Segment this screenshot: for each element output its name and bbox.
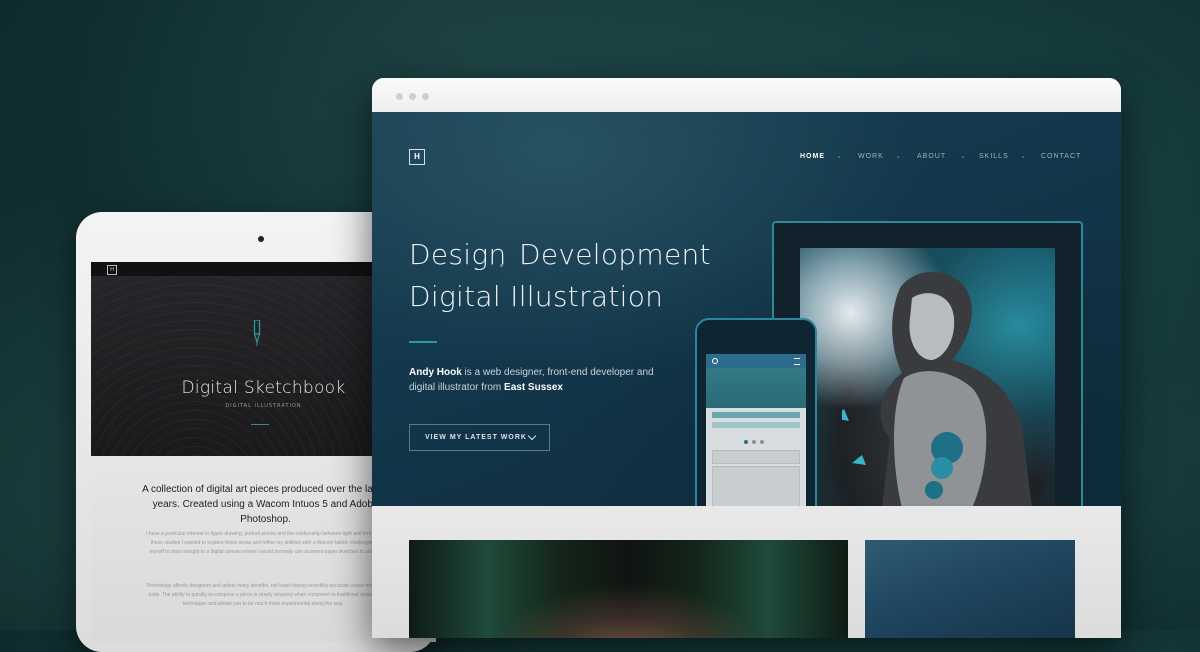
nav-separator	[897, 156, 899, 158]
nav-skills[interactable]: SKILLS	[979, 153, 1009, 160]
phone-content-row	[712, 422, 800, 428]
browser-chrome	[372, 78, 1121, 112]
nav-about[interactable]: ABOUT	[917, 153, 946, 160]
phone-content-row	[712, 412, 800, 418]
intro-location: East Sussex	[504, 381, 563, 393]
tablet-logo[interactable]: H	[107, 265, 117, 275]
intro-name: Andy Hook	[409, 367, 462, 378]
illustration-figure	[842, 271, 1032, 508]
nav-separator	[838, 156, 840, 158]
nav-work[interactable]: WORK	[858, 153, 884, 160]
phone-hero-band	[706, 368, 806, 408]
site-logo[interactable]: H	[409, 149, 425, 165]
view-latest-work-button[interactable]: VIEW MY LATEST WORK	[409, 424, 550, 451]
tablet-paragraph: I have a particular interest in figure d…	[146, 531, 380, 555]
browser-window: H HOME WORK ABOUT SKILLS CONTACT Design …	[372, 78, 1121, 638]
headline-development: Development	[519, 238, 711, 271]
carousel-dot[interactable]	[752, 440, 756, 444]
work-thumbnail-portrait[interactable]	[409, 540, 848, 638]
nav-separator	[962, 156, 964, 158]
carousel-dot[interactable]	[760, 440, 764, 444]
carousel-dot[interactable]	[744, 440, 748, 444]
work-thumbnail-landscape[interactable]	[865, 540, 1075, 638]
intro-text: Andy Hook is a web designer, front-end d…	[409, 366, 659, 395]
tablet-divider	[251, 424, 269, 425]
tablet-paragraph: Technology affords designers and artists…	[146, 583, 380, 607]
window-dot[interactable]	[396, 93, 403, 100]
phone-navbar	[706, 354, 806, 368]
nav-contact[interactable]: CONTACT	[1041, 153, 1081, 160]
work-section	[372, 506, 1121, 638]
accent-divider	[409, 341, 437, 343]
window-dot[interactable]	[409, 93, 416, 100]
cta-label: VIEW MY LATEST WORK	[425, 434, 527, 441]
phone-screen	[706, 354, 806, 510]
nav-separator	[1022, 156, 1024, 158]
window-dot[interactable]	[422, 93, 429, 100]
headline-illustration: Digital Illustration	[409, 280, 664, 313]
pen-nib-icon	[253, 320, 261, 346]
headline-design: Design	[409, 238, 507, 271]
menu-icon[interactable]	[794, 358, 800, 365]
nav-home[interactable]: HOME	[800, 153, 825, 160]
headline-separator	[500, 264, 503, 267]
tablet-lead-text: A collection of digital art pieces produ…	[142, 484, 389, 525]
phone-card	[712, 450, 800, 464]
tablet-camera	[258, 236, 264, 242]
phone-mockup	[695, 318, 817, 512]
hero-section: H HOME WORK ABOUT SKILLS CONTACT Design …	[372, 112, 1121, 512]
chevron-down-icon	[527, 431, 537, 441]
search-icon[interactable]	[712, 358, 718, 364]
